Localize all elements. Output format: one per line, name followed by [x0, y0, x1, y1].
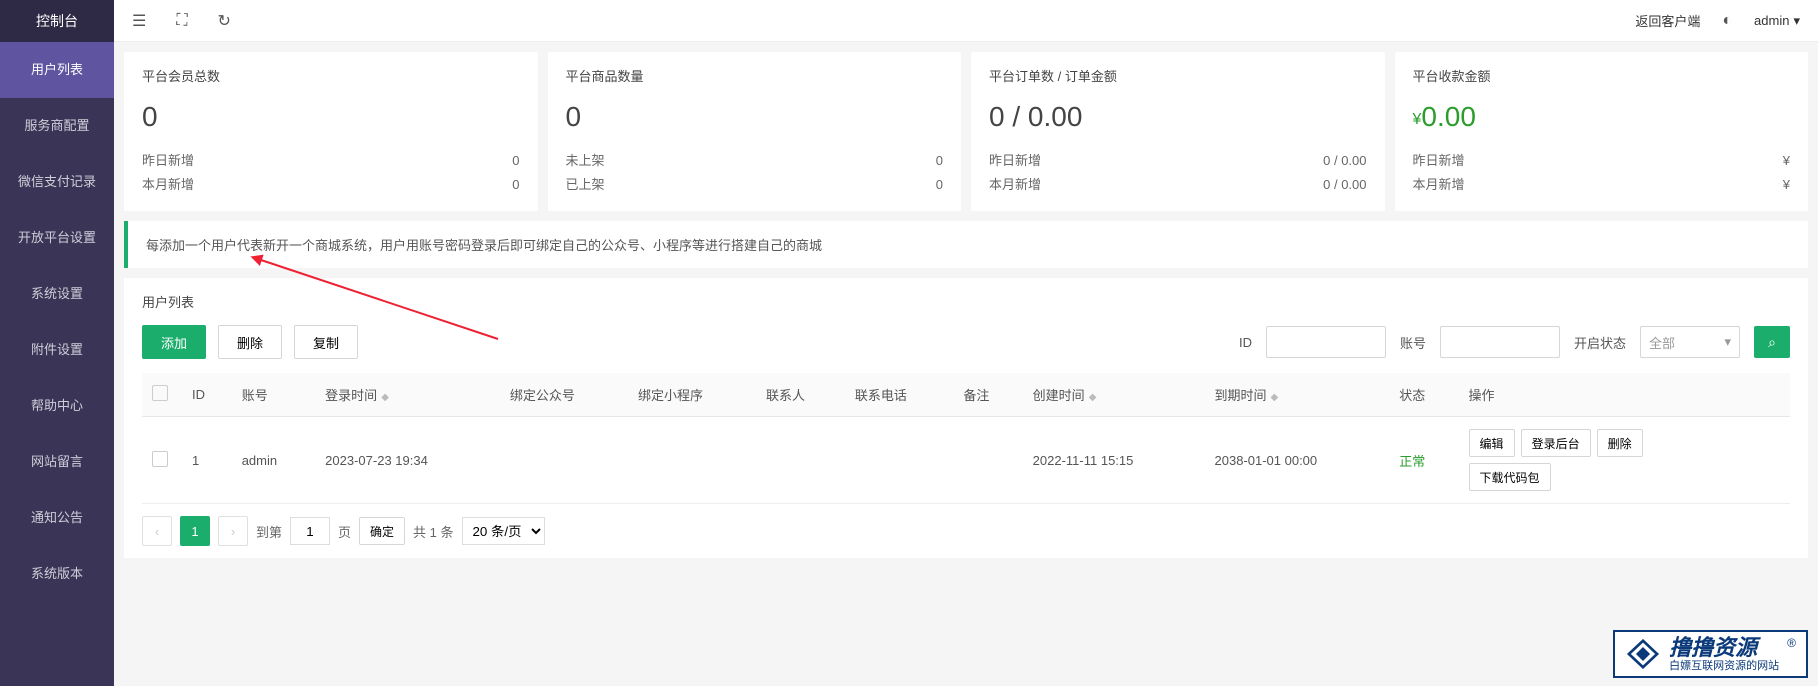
copy-button[interactable]: 复制 [294, 325, 358, 359]
delete-button[interactable]: 删除 [218, 325, 282, 359]
stat-title: 平台会员总数 [142, 66, 520, 85]
filter-status-label: 开启状态 [1574, 333, 1626, 352]
prev-page-button[interactable]: ‹ [142, 516, 172, 546]
per-page-select[interactable]: 20 条/页 [462, 517, 545, 545]
sidebar-item-wechat-pay-log[interactable]: 微信支付记录 [0, 154, 114, 210]
stat-value: ¥0.00 [1413, 101, 1791, 133]
sidebar: 控制台 用户列表 服务商配置 微信支付记录 开放平台设置 系统设置 附件设置 帮… [0, 0, 114, 686]
sidebar-item-provider-config[interactable]: 服务商配置 [0, 98, 114, 154]
stat-card-revenue: 平台收款金额 ¥0.00 昨日新增¥ 本月新增¥ [1395, 52, 1809, 211]
return-client-link[interactable]: 返回客户端 [1635, 11, 1700, 30]
info-strip: 每添加一个用户代表新开一个商城系统，用户用账号密码登录后即可绑定自己的公众号、小… [124, 221, 1808, 268]
search-button[interactable]: ⌕ [1754, 326, 1790, 358]
admin-dropdown[interactable]: admin ▾ [1754, 13, 1800, 29]
filter-id-label: ID [1239, 335, 1252, 350]
stat-card-members: 平台会员总数 0 昨日新增0 本月新增0 [124, 52, 538, 211]
sidebar-item-attachment-settings[interactable]: 附件设置 [0, 322, 114, 378]
filter-id-input[interactable] [1266, 326, 1386, 358]
watermark: 撸撸资源 白嫖互联网资源的网站 ® [1613, 630, 1808, 678]
refresh-icon[interactable]: ↻ [218, 11, 231, 31]
sort-icon[interactable]: ◆ [1089, 392, 1097, 403]
status-badge: 正常 [1389, 417, 1458, 504]
theme-icon[interactable]: ◐ [1722, 12, 1732, 30]
chevron-down-icon: ▾ [1724, 334, 1731, 350]
sort-icon[interactable]: ◆ [1271, 392, 1279, 403]
next-page-button[interactable]: › [218, 516, 248, 546]
user-list-panel: 用户列表 添加 删除 复制 ID 账号 开启状态 全部▾ ⌕ [124, 278, 1808, 558]
user-table: ID 账号 登录时间◆ 绑定公众号 绑定小程序 联系人 联系电话 备注 创建时间… [142, 373, 1790, 504]
sidebar-item-open-platform[interactable]: 开放平台设置 [0, 210, 114, 266]
toolbar: 添加 删除 复制 ID 账号 开启状态 全部▾ ⌕ [142, 325, 1790, 359]
add-button[interactable]: 添加 [142, 325, 206, 359]
sidebar-item-system-settings[interactable]: 系统设置 [0, 266, 114, 322]
download-code-button[interactable]: 下载代码包 [1469, 463, 1551, 491]
admin-name: admin [1754, 13, 1789, 28]
sidebar-item-notifications[interactable]: 通知公告 [0, 490, 114, 546]
login-backend-button[interactable]: 登录后台 [1521, 429, 1591, 457]
stat-value: 0 [142, 101, 520, 133]
menu-toggle-icon[interactable]: ☰ [132, 11, 146, 31]
select-all-checkbox[interactable] [152, 385, 168, 401]
main-area: ☰ ⛶ ↻ 返回客户端 ◐ admin ▾ 平台会员总数 0 昨日新增0 本月新… [114, 0, 1818, 686]
table-row: 1 admin 2023-07-23 19:34 2022-11-11 15:1… [142, 417, 1790, 504]
chevron-down-icon: ▾ [1793, 13, 1800, 29]
sidebar-item-user-list[interactable]: 用户列表 [0, 42, 114, 98]
sort-icon[interactable]: ◆ [381, 392, 389, 403]
fullscreen-icon[interactable]: ⛶ [176, 12, 187, 30]
stats-row: 平台会员总数 0 昨日新增0 本月新增0 平台商品数量 0 未上架0 已上架0 … [124, 52, 1808, 211]
goto-confirm-button[interactable]: 确定 [359, 517, 405, 545]
page-number-button[interactable]: 1 [180, 516, 210, 546]
stat-card-products: 平台商品数量 0 未上架0 已上架0 [548, 52, 962, 211]
topbar: ☰ ⛶ ↻ 返回客户端 ◐ admin ▾ [114, 0, 1818, 42]
sidebar-item-website-messages[interactable]: 网站留言 [0, 434, 114, 490]
page-input[interactable] [290, 517, 330, 545]
filter-status-select[interactable]: 全部▾ [1640, 326, 1740, 358]
sidebar-title: 控制台 [0, 0, 114, 42]
panel-title: 用户列表 [142, 292, 1790, 311]
edit-button[interactable]: 编辑 [1469, 429, 1515, 457]
filter-account-input[interactable] [1440, 326, 1560, 358]
pagination: ‹ 1 › 到第 页 确定 共 1 条 20 条/页 [142, 504, 1790, 558]
watermark-logo-icon [1625, 639, 1661, 669]
content: 平台会员总数 0 昨日新增0 本月新增0 平台商品数量 0 未上架0 已上架0 … [114, 42, 1818, 568]
row-checkbox[interactable] [152, 451, 168, 467]
row-delete-button[interactable]: 删除 [1597, 429, 1643, 457]
stat-card-orders: 平台订单数 / 订单金额 0 / 0.00 昨日新增0 / 0.00 本月新增0… [971, 52, 1385, 211]
filter-account-label: 账号 [1400, 333, 1426, 352]
sidebar-item-system-version[interactable]: 系统版本 [0, 546, 114, 602]
sidebar-item-help-center[interactable]: 帮助中心 [0, 378, 114, 434]
